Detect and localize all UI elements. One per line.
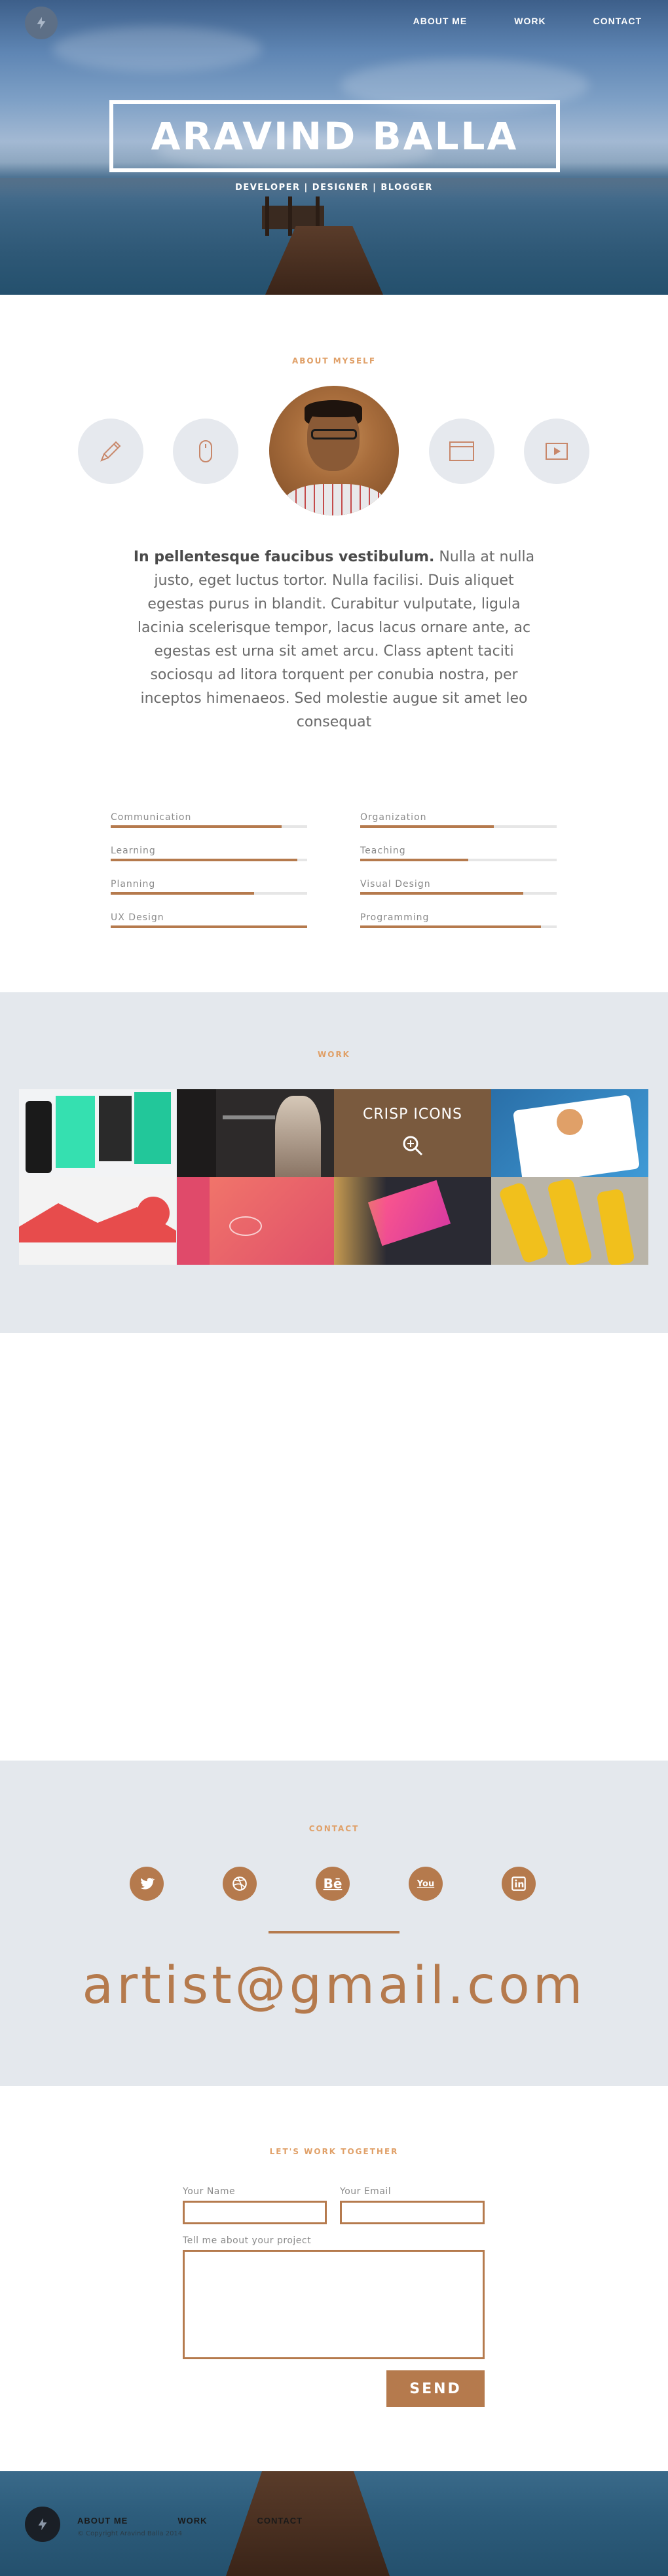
title-frame: ARAVIND BALLA — [109, 100, 560, 172]
skill-learning: Learning — [111, 846, 307, 864]
skill-label: Learning — [111, 846, 156, 856]
send-button[interactable]: SEND — [386, 2370, 485, 2407]
behance-icon[interactable]: Bē — [316, 1867, 350, 1901]
skill-level-bar — [360, 825, 494, 828]
bio-text: Nulla at nulla justo, eget luctus tortor… — [137, 549, 535, 730]
youtube-icon[interactable]: You — [409, 1867, 443, 1901]
skill-visual-design: Visual Design — [360, 879, 557, 897]
nav-work[interactable]: WORK — [514, 16, 546, 26]
magnifier-icon — [403, 1136, 423, 1156]
skill-label: Communication — [111, 812, 192, 823]
logo-lightning-icon[interactable] — [25, 7, 58, 39]
work-tile-1[interactable] — [19, 1089, 176, 1177]
pier-head — [262, 206, 324, 229]
linkedin-in-icon — [511, 1876, 526, 1891]
skill-track — [111, 925, 307, 928]
skill-track — [360, 825, 557, 828]
nav-contact[interactable]: CONTACT — [593, 16, 642, 26]
form-label: LET'S WORK TOGETHER — [269, 2147, 399, 2156]
work-tile-6[interactable] — [177, 1177, 334, 1265]
footer-nav: ABOUT ME WORK CONTACT — [77, 2516, 303, 2526]
skill-label: UX Design — [111, 912, 164, 923]
browser-window-icon — [449, 441, 474, 461]
bio-lead: In pellentesque faucibus vestibulum. — [133, 549, 435, 565]
work-tile-2[interactable] — [177, 1089, 334, 1177]
skill-track — [111, 859, 307, 861]
skill-level-bar — [111, 825, 282, 828]
message-field-label: Tell me about your project — [183, 2235, 312, 2246]
mouse-icon — [199, 440, 212, 462]
bio-paragraph: In pellentesque faucibus vestibulum. Nul… — [128, 546, 540, 734]
footer-nav-about-me[interactable]: ABOUT ME — [77, 2516, 128, 2526]
work-tile-4[interactable] — [491, 1089, 648, 1177]
contact-label: CONTACT — [308, 1824, 360, 1833]
hero-section: ABOUT ME WORK CONTACT ARAVIND BALLA DEVE… — [0, 0, 668, 295]
footer-nav-work[interactable]: WORK — [177, 2516, 207, 2526]
footer-nav-contact[interactable]: CONTACT — [257, 2516, 303, 2526]
skill-track — [360, 859, 557, 861]
skill-programming: Programming — [360, 912, 557, 931]
skill-organization: Organization — [360, 812, 557, 831]
lightning-bolt-icon — [38, 2518, 47, 2531]
work-tile-3[interactable]: CRISP ICONS — [334, 1089, 491, 1177]
pencil-icon-circle — [78, 419, 143, 484]
skill-label: Visual Design — [360, 879, 431, 889]
skill-label: Planning — [111, 879, 156, 889]
contact-email[interactable]: artist@gmail.com — [0, 1956, 668, 2015]
work-tile-5[interactable] — [19, 1177, 176, 1265]
profile-avatar — [269, 386, 399, 515]
linkedin-icon[interactable] — [502, 1867, 536, 1901]
about-label: ABOUT MYSELF — [291, 356, 377, 365]
copyright: © Copyright Aravind Balla 2014 — [77, 2530, 183, 2537]
page: ABOUT ME WORK CONTACT ARAVIND BALLA DEVE… — [0, 0, 668, 2576]
twitter-icon[interactable] — [130, 1867, 164, 1901]
work-tile-3-title: CRISP ICONS — [363, 1106, 462, 1123]
email-field-label: Your Email — [340, 2186, 392, 2197]
name-field[interactable] — [183, 2201, 327, 2224]
skill-track — [111, 825, 307, 828]
lightning-bolt-icon — [37, 16, 46, 29]
skill-label: Programming — [360, 912, 430, 923]
message-field[interactable] — [183, 2250, 485, 2359]
skill-track — [360, 925, 557, 928]
nav-about-me[interactable]: ABOUT ME — [413, 16, 468, 26]
footer: ABOUT ME WORK CONTACT © Copyright Aravin… — [0, 2471, 668, 2576]
video-play-icon — [546, 443, 568, 460]
site-subtitle: DEVELOPER | DESIGNER | BLOGGER — [235, 183, 433, 193]
skill-level-bar — [360, 892, 523, 895]
skill-level-bar — [111, 925, 307, 928]
site-title: ARAVIND BALLA — [151, 114, 519, 159]
skill-level-bar — [360, 859, 468, 861]
name-field-label: Your Name — [183, 2186, 236, 2197]
skill-track — [111, 892, 307, 895]
work-tile-8[interactable] — [491, 1177, 648, 1265]
top-nav: ABOUT ME WORK CONTACT — [413, 16, 642, 26]
skill-level-bar — [111, 859, 297, 861]
skill-level-bar — [360, 925, 541, 928]
email-field[interactable] — [340, 2201, 485, 2224]
footer-logo-lightning-icon[interactable] — [25, 2507, 60, 2542]
pier — [265, 226, 383, 295]
video-play-icon-circle — [524, 419, 589, 484]
skill-communication: Communication — [111, 812, 307, 831]
browser-window-icon-circle — [429, 419, 494, 484]
skill-level-bar — [111, 892, 254, 895]
skill-ux-design: UX Design — [111, 912, 307, 931]
contact-divider — [269, 1931, 399, 1933]
pencil-icon — [100, 441, 121, 462]
skill-label: Teaching — [360, 846, 406, 856]
mouse-icon-circle — [173, 419, 238, 484]
skill-track — [360, 892, 557, 895]
work-tile-7[interactable] — [334, 1177, 491, 1265]
dribbble-icon[interactable] — [223, 1867, 257, 1901]
skill-teaching: Teaching — [360, 846, 557, 864]
twitter-bird-icon — [140, 1878, 155, 1890]
work-label: WORK — [318, 1050, 350, 1059]
dribbble-ball-icon — [232, 1876, 247, 1891]
skill-label: Organization — [360, 812, 427, 823]
contact-section — [0, 1761, 668, 2086]
skill-planning: Planning — [111, 879, 307, 897]
